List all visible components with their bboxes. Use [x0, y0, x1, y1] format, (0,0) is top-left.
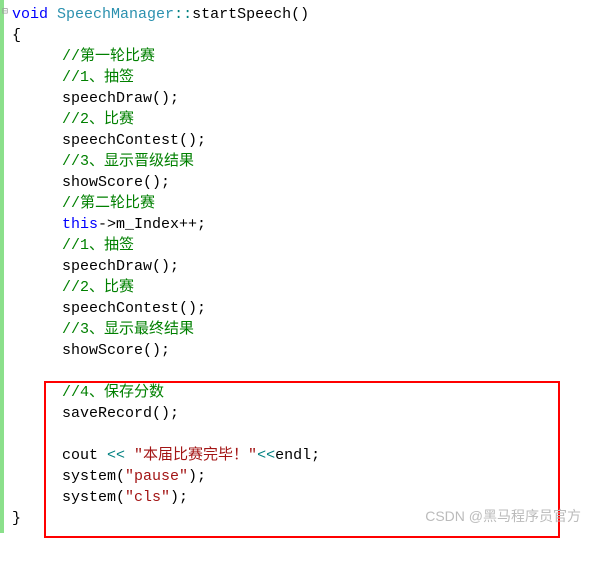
txt: cout [62, 447, 107, 464]
collapse-icon: ⊟ [2, 2, 8, 23]
comment: //第一轮比赛 [62, 48, 155, 65]
stmt: speechDraw(); [62, 90, 179, 107]
keyword: this [62, 216, 98, 233]
code-line: system("cls"); [12, 487, 593, 508]
txt: ); [188, 468, 206, 485]
parens: () [291, 6, 309, 23]
stmt: speechContest(); [62, 132, 206, 149]
comment: //4、保存分数 [62, 384, 164, 401]
string: "cls" [125, 489, 170, 506]
stmt: ->m_Index++; [98, 216, 206, 233]
code-line: speechDraw(); [12, 88, 593, 109]
code-line: //3、显示最终结果 [12, 319, 593, 340]
brace: { [12, 27, 21, 44]
string: "pause" [125, 468, 188, 485]
watermark: CSDN @黑马程序员官方 [425, 506, 581, 527]
sp [125, 447, 134, 464]
scope-op: :: [174, 6, 192, 23]
stmt: speechContest(); [62, 300, 206, 317]
code-block: ⊟ void SpeechManager::startSpeech() { //… [0, 0, 595, 533]
keyword: void [12, 6, 48, 23]
comment: //1、抽签 [62, 69, 134, 86]
comment: //3、显示最终结果 [62, 321, 194, 338]
stmt: showScore(); [62, 174, 170, 191]
stmt: showScore(); [62, 342, 170, 359]
code-line: speechDraw(); [12, 256, 593, 277]
code-line: { [12, 25, 593, 46]
brace: } [12, 510, 21, 527]
code-line: //第一轮比赛 [12, 46, 593, 67]
code-line: //4、保存分数 [12, 382, 593, 403]
txt: system( [62, 468, 125, 485]
code-line: speechContest(); [12, 130, 593, 151]
comment: //1、抽签 [62, 237, 134, 254]
function-name: startSpeech [192, 6, 291, 23]
txt: endl; [275, 447, 320, 464]
code-line [12, 361, 593, 382]
code-line: saveRecord(); [12, 403, 593, 424]
string: "本届比赛完毕！" [134, 447, 257, 464]
comment: //3、显示晋级结果 [62, 153, 194, 170]
code-line: //3、显示晋级结果 [12, 151, 593, 172]
code-line: showScore(); [12, 172, 593, 193]
code-line [12, 424, 593, 445]
code-line: speechContest(); [12, 298, 593, 319]
op: << [257, 447, 275, 464]
txt: ); [170, 489, 188, 506]
code-line: //1、抽签 [12, 67, 593, 88]
code-line: cout << "本届比赛完毕！"<<endl; [12, 445, 593, 466]
stmt: speechDraw(); [62, 258, 179, 275]
code-line: //1、抽签 [12, 235, 593, 256]
code-line: //2、比赛 [12, 109, 593, 130]
code-line: showScore(); [12, 340, 593, 361]
code-line: void SpeechManager::startSpeech() [12, 4, 593, 25]
code-line: system("pause"); [12, 466, 593, 487]
comment: //2、比赛 [62, 111, 134, 128]
code-line: //2、比赛 [12, 277, 593, 298]
class-name: SpeechManager [57, 6, 174, 23]
txt: system( [62, 489, 125, 506]
op: << [107, 447, 125, 464]
code-line: //第二轮比赛 [12, 193, 593, 214]
comment: //2、比赛 [62, 279, 134, 296]
comment: //第二轮比赛 [62, 195, 155, 212]
code-line: this->m_Index++; [12, 214, 593, 235]
stmt: saveRecord(); [62, 405, 179, 422]
